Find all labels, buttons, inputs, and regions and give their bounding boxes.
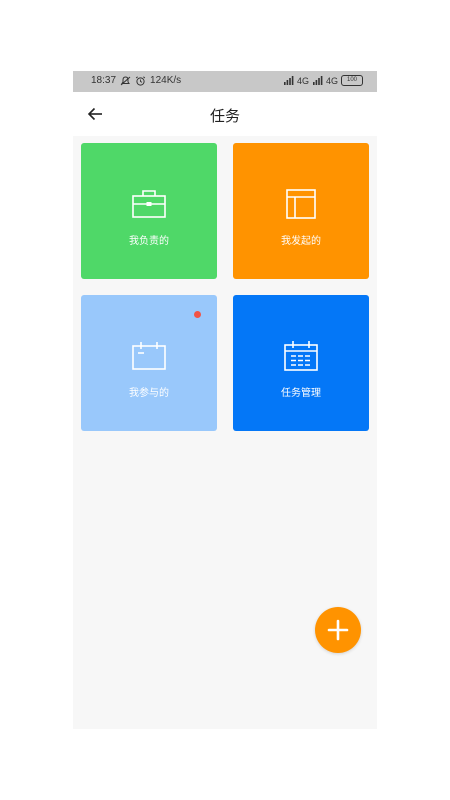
tile-my-participated[interactable]: 我参与的 [81, 295, 217, 431]
status-network-type-1: 4G [296, 75, 309, 86]
phone-screen: 18:37 124K/s 4G 4G 100 任务 我负责的 我发起的 我参与的… [73, 71, 377, 729]
signal-icon [283, 76, 294, 85]
status-bar-right: 4G 4G 100 [283, 75, 363, 86]
tile-task-management[interactable]: 任务管理 [233, 295, 369, 431]
tile-label: 任务管理 [281, 388, 321, 399]
tile-my-responsible[interactable]: 我负责的 [81, 143, 217, 279]
briefcase-icon [131, 188, 167, 220]
calendar-list-icon [283, 340, 319, 372]
plus-icon [327, 619, 349, 641]
notification-muted-icon [120, 75, 131, 86]
signal-icon [312, 76, 323, 85]
page-title: 任务 [209, 107, 240, 125]
battery-level: 100 [346, 77, 357, 83]
tile-label: 我负责的 [129, 236, 169, 247]
add-task-button[interactable] [315, 607, 361, 653]
calendar-blank-icon [131, 340, 167, 372]
notification-badge [194, 311, 201, 318]
alarm-icon [135, 75, 146, 86]
layout-icon [283, 188, 319, 220]
battery-icon: 100 [341, 75, 363, 86]
tile-label: 我发起的 [281, 236, 321, 247]
status-network-speed: 124K/s [150, 75, 182, 86]
status-time: 18:37 [91, 75, 117, 86]
status-bar: 18:37 124K/s 4G 4G 100 [73, 71, 377, 92]
app-header: 任务 [73, 92, 377, 136]
status-network-type-2: 4G [325, 75, 338, 86]
tile-label: 我参与的 [129, 388, 169, 399]
status-bar-left: 18:37 124K/s [91, 75, 181, 86]
tile-my-initiated[interactable]: 我发起的 [233, 143, 369, 279]
